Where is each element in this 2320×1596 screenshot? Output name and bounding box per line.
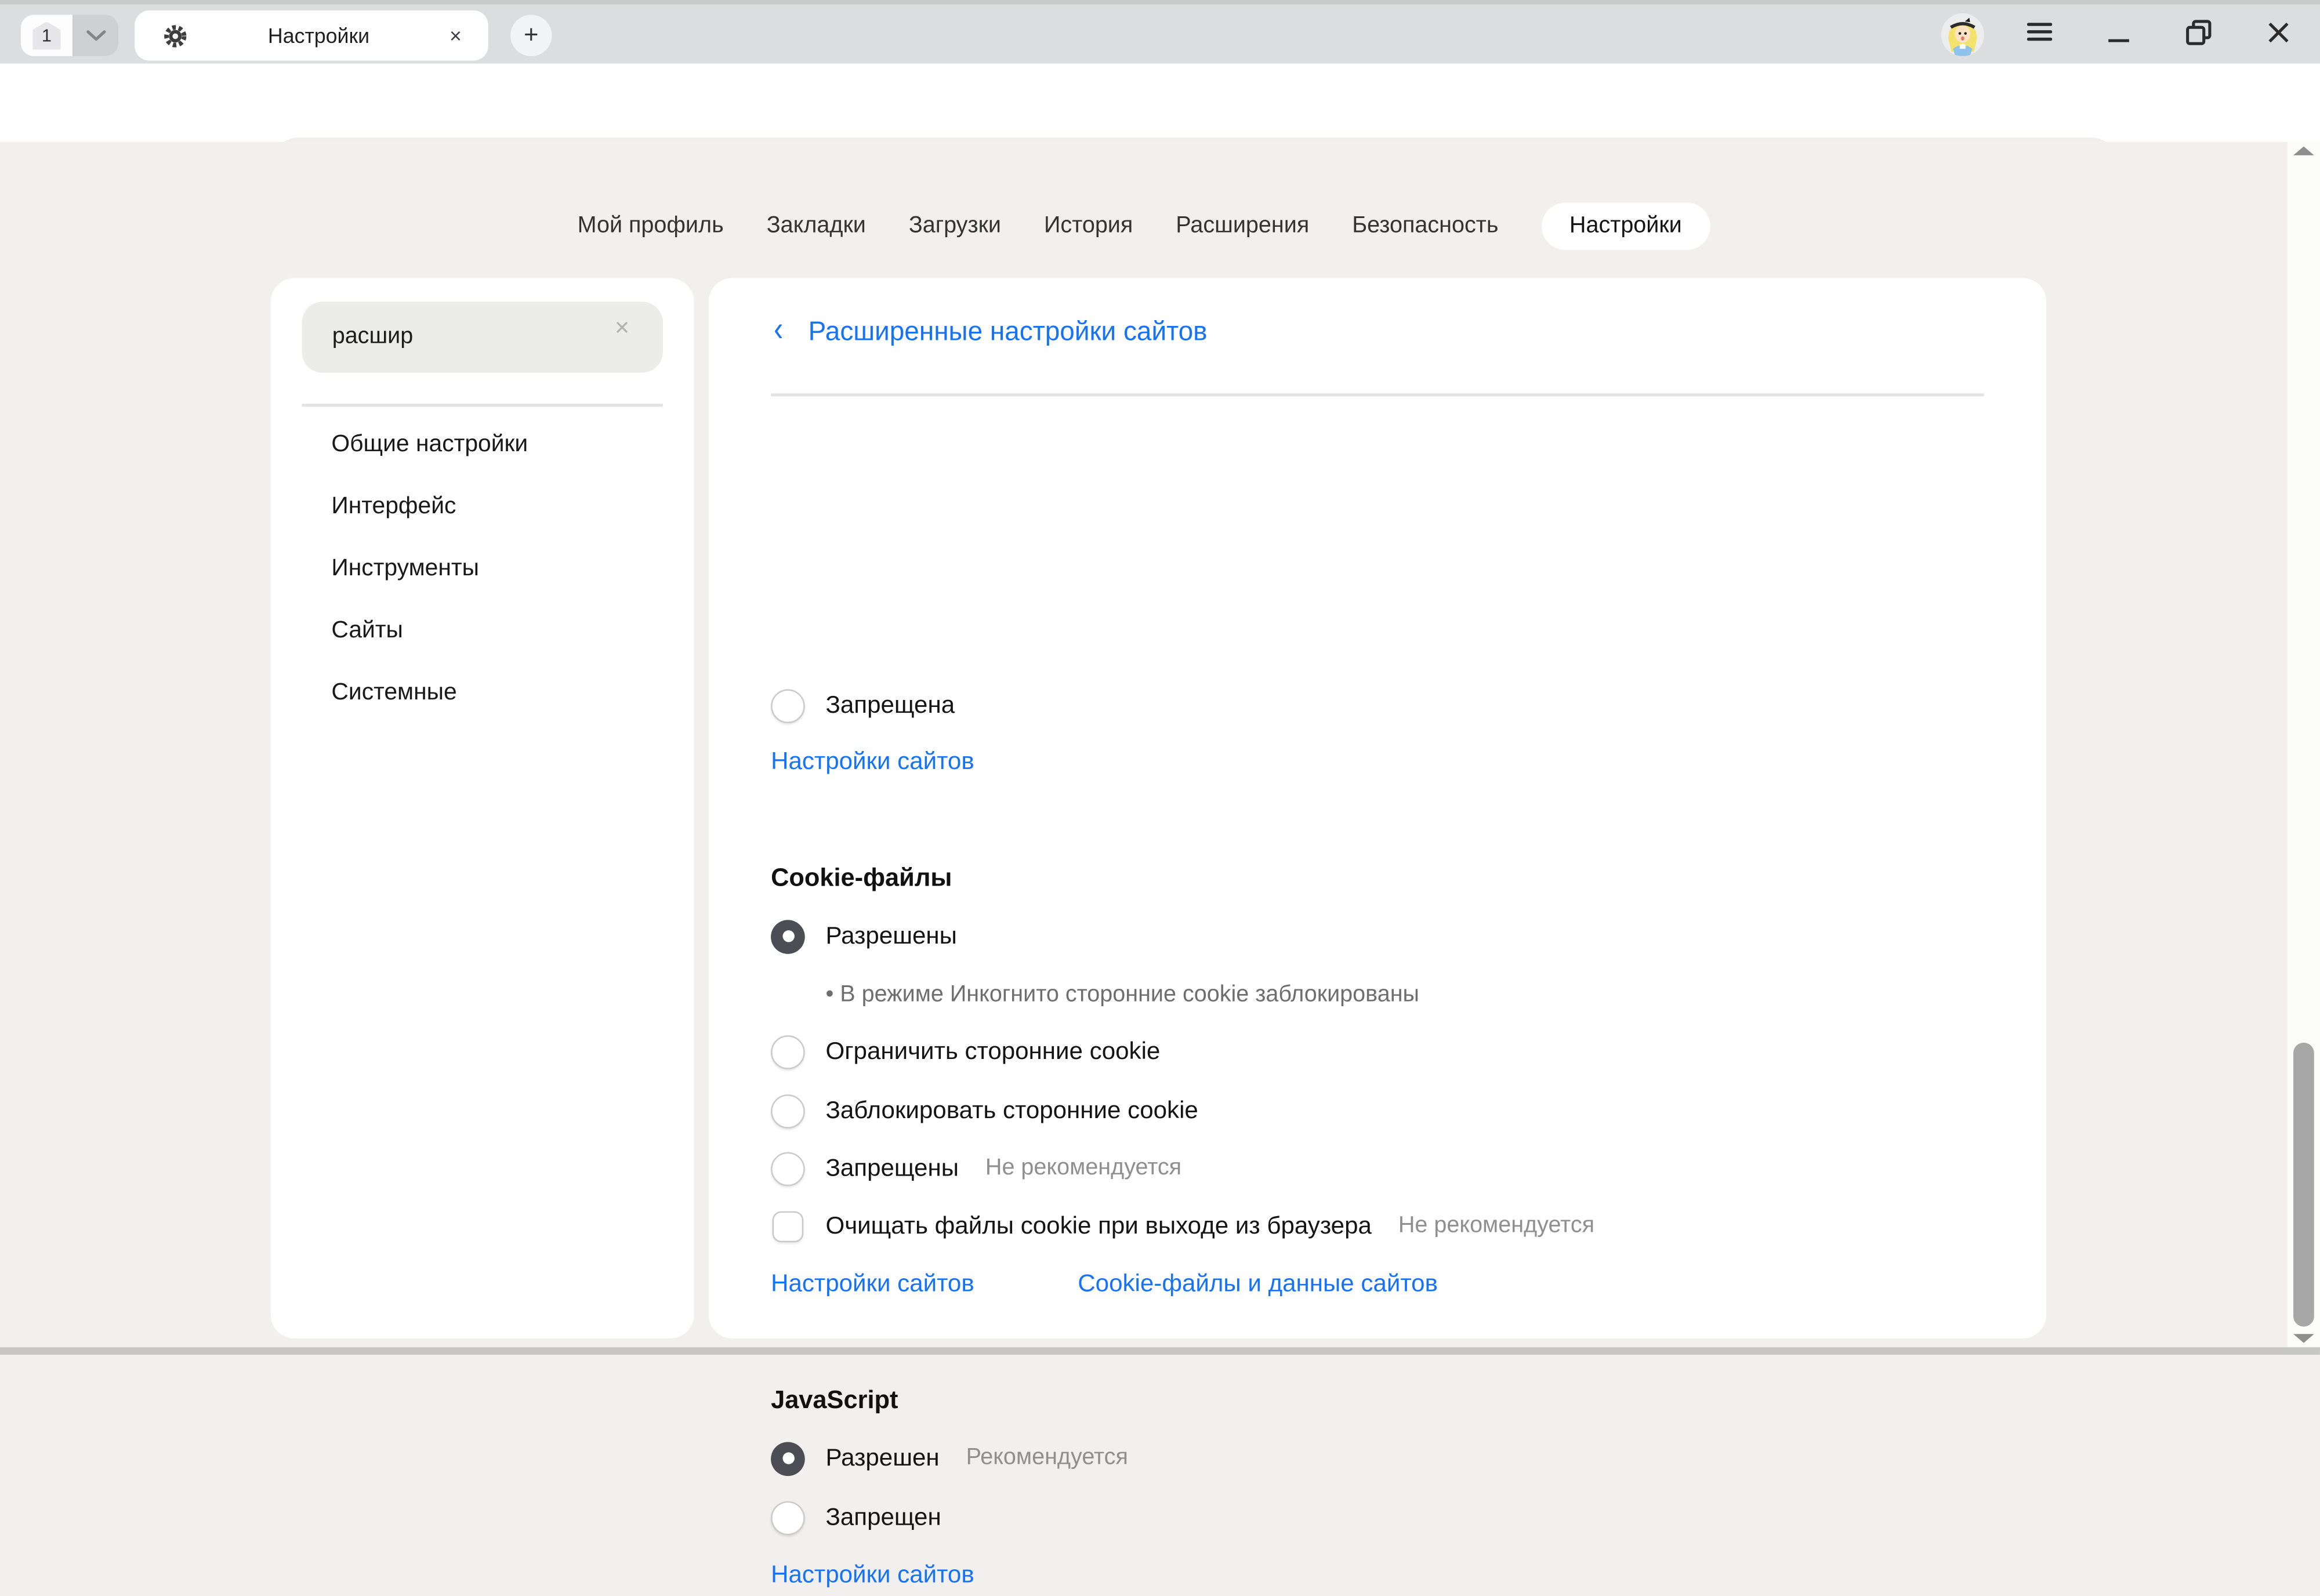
titlebar: 1 Настройки × + [0,0,2320,64]
window-bottom-edge [0,1347,2320,1355]
toolbar: Я settings Настройки [0,64,2320,144]
restore-button[interactable] [2169,0,2228,64]
radio-label: Ограничить сторонние cookie [825,1038,1160,1065]
header-divider [771,393,1984,396]
sidebar-item-sites[interactable]: Сайты [331,600,678,662]
radio-row-cookies-allowed[interactable]: Разрешены [771,916,957,957]
site-settings-link[interactable]: Настройки сайтов [771,1561,974,1589]
settings-content: ‹ Расширенные настройки сайтов Запрещена… [709,278,2046,1338]
minimize-button[interactable] [2089,0,2148,64]
radio-row-js-allowed[interactable]: Разрешен Рекомендуется [771,1438,1128,1479]
scrollbar-thumb[interactable] [2293,1043,2314,1327]
tab-bookmarks[interactable]: Закладки [767,202,866,250]
radio-label: Запрещены [825,1154,959,1182]
sidebar-divider [301,404,662,406]
cookies-section-title: Cookie-файлы [771,858,952,899]
cookies-links-row: Настройки сайтов Cookie-файлы и данные с… [771,1263,1438,1304]
site-settings-link[interactable]: Настройки сайтов [771,1269,974,1297]
content-title[interactable]: Расширенные настройки сайтов [809,315,1208,347]
scroll-down-arrow-icon[interactable] [2293,1334,2314,1343]
radio-row-block-third-party[interactable]: Заблокировать сторонние cookie [771,1090,1198,1131]
radio-label: Разрешен [825,1444,939,1472]
radio-row-js-forbidden[interactable]: Запрещен [771,1497,941,1538]
restore-icon [2185,19,2212,45]
tab-settings[interactable]: Настройки [1541,202,1710,250]
clear-search-icon[interactable]: ✕ [614,318,630,337]
chevron-down-icon [85,30,106,41]
not-recommended-badge: Не рекомендуется [1398,1213,1594,1239]
browser-window: 1 Настройки × + [0,0,2320,1355]
js-links-row: Настройки сайтов [771,1554,974,1595]
browser-tab-settings[interactable]: Настройки × [135,10,488,61]
radio-icon[interactable] [771,1500,805,1535]
radio-selected-icon[interactable] [771,919,805,953]
radio-icon[interactable] [771,1094,805,1128]
tab-security[interactable]: Безопасность [1352,202,1498,250]
site-settings-link-row: Настройки сайтов [771,741,974,782]
javascript-section-title: JavaScript [771,1380,898,1421]
tab-history[interactable]: История [1044,202,1133,250]
tab-title: Настройки [188,24,449,48]
plus-icon: + [524,20,538,49]
sidebar-item-system[interactable]: Системные [331,662,678,724]
recommended-badge: Рекомендуется [966,1445,1128,1472]
radio-label: Заблокировать сторонние cookie [825,1097,1198,1125]
close-window-button[interactable] [2249,0,2308,64]
content-header[interactable]: ‹ Расширенные настройки сайтов [774,315,1207,347]
scroll-up-arrow-icon[interactable] [2293,146,2314,155]
radio-label: Запрещена [825,691,955,719]
close-tab-icon[interactable]: × [449,24,462,48]
settings-sidebar: ✕ Общие настройки Интерфейс Инструменты … [271,278,693,1338]
page-scrollbar[interactable] [2288,142,2320,1355]
tab-extensions[interactable]: Расширения [1176,202,1309,250]
new-tab-button[interactable]: + [510,15,552,56]
minimize-icon [2107,20,2131,43]
tab-group-expand-button[interactable] [72,15,118,56]
tab-my-profile[interactable]: Мой профиль [578,202,724,250]
sidebar-item-interface[interactable]: Интерфейс [331,476,678,538]
radio-row-cookies-forbidden[interactable]: Запрещены Не рекомендуется [771,1148,1181,1189]
radio-icon[interactable] [771,688,805,723]
settings-page: Мой профиль Закладки Загрузки История Ра… [0,142,2320,1355]
tab-downloads[interactable]: Загрузки [909,202,1001,250]
tab-group-control[interactable]: 1 [21,15,118,56]
radio-row-limit-third-party[interactable]: Ограничить сторонние cookie [771,1031,1160,1072]
menu-button[interactable] [2009,0,2068,64]
radio-row-forbidden-top[interactable]: Запрещена [771,685,955,726]
avatar-image-icon [1941,13,1984,56]
gear-icon [163,23,188,48]
site-settings-link[interactable]: Настройки сайтов [771,748,974,775]
radio-label: Разрешены [825,922,956,950]
hamburger-icon [2027,22,2051,41]
settings-search-input[interactable] [301,302,662,372]
close-icon [2267,20,2290,43]
radio-label: Запрещен [825,1503,941,1531]
sidebar-item-tools[interactable]: Инструменты [331,538,678,600]
sidebar-item-general[interactable]: Общие настройки [331,414,678,476]
tab-group-button[interactable]: 1 [21,15,72,56]
radio-selected-icon[interactable] [771,1441,805,1475]
checkbox-label: Очищать файлы cookie при выходе из брауз… [825,1212,1371,1240]
settings-nav: Мой профиль Закладки Загрузки История Ра… [0,202,2288,250]
incognito-cookie-note: • В режиме Инкогнито сторонние cookie за… [825,978,1419,1013]
profile-avatar[interactable] [1941,13,1984,56]
radio-icon[interactable] [771,1035,805,1069]
cookies-and-site-data-link[interactable]: Cookie-файлы и данные сайтов [1078,1269,1438,1297]
checkbox-row-clear-cookies[interactable]: Очищать файлы cookie при выходе из брауз… [771,1205,1594,1246]
checkbox-icon[interactable] [773,1210,804,1242]
sidebar-section-list: Общие настройки Интерфейс Инструменты Са… [331,414,678,725]
back-chevron-icon[interactable]: ‹ [774,311,783,351]
tab-group-count: 1 [32,21,60,49]
not-recommended-badge: Не рекомендуется [985,1155,1181,1182]
radio-icon[interactable] [771,1151,805,1185]
